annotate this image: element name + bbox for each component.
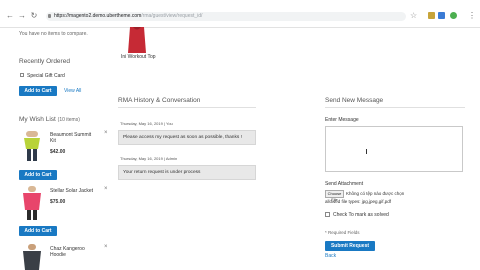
wishlist-item-name[interactable]: Beaumont Summit [50, 132, 91, 138]
recent-add-to-cart-button[interactable]: Add to Cart [19, 86, 57, 96]
wishlist-item-name[interactable]: Stellar Solar Jacket [50, 188, 93, 194]
wishlist-count: (10 items) [57, 117, 80, 123]
url-path: /rma/guest/view/request_id/ [141, 13, 203, 19]
mark-solved-label: Check To mark as solved [333, 212, 389, 218]
back-arrow-icon[interactable]: ← [6, 12, 14, 20]
rma-history-title: RMA History & Conversation [118, 97, 201, 104]
allowed-types-text: allowed file types: jpg,jpeg,gif,pdf [325, 199, 392, 204]
bookmark-star-icon[interactable]: ☆ [410, 11, 417, 20]
recent-item-checkbox[interactable] [20, 73, 24, 77]
extension-icon[interactable] [438, 12, 445, 19]
reload-icon[interactable]: ↻ [30, 12, 38, 20]
product-image[interactable] [127, 27, 147, 53]
kebab-menu-icon[interactable]: ⋮ [468, 11, 476, 20]
attachment-label: Send Attachment [325, 181, 364, 187]
section-divider [325, 107, 465, 108]
wishlist-item-image[interactable] [22, 186, 42, 220]
compare-empty-text: You have no items to compare. [19, 31, 88, 37]
wishlist-item-image[interactable] [22, 244, 42, 270]
wishlist-add-to-cart-button[interactable]: Add to Cart [19, 226, 57, 236]
conversation-meta: Thursday, May 16, 2019 | You [120, 121, 173, 126]
conversation-message: Your return request is under process [118, 165, 256, 180]
lock-icon [48, 14, 51, 18]
recent-item-name: Special Gift Card [27, 73, 65, 79]
url-host: https://magento2.demo.ubertheme.com [54, 13, 142, 19]
wishlist-item-name-cont[interactable]: Hoodie [50, 252, 66, 258]
mark-solved-checkbox[interactable] [325, 212, 330, 217]
section-divider [118, 107, 256, 108]
send-message-title: Send New Message [325, 97, 384, 104]
product-name[interactable]: Ini Workout Top [121, 54, 156, 60]
profile-avatar-icon[interactable] [450, 12, 457, 19]
message-textarea[interactable] [325, 126, 463, 172]
wishlist-title: My Wish List (10 items) [19, 116, 80, 123]
wishlist-title-text: My Wish List [19, 116, 56, 123]
text-cursor-icon [366, 149, 367, 154]
remove-item-icon[interactable]: × [104, 244, 108, 250]
browser-toolbar: ← → ↻ https://magento2.demo.ubertheme.co… [0, 0, 480, 28]
back-link[interactable]: Back [325, 253, 336, 259]
wishlist-item-name-cont[interactable]: Kit [50, 138, 56, 144]
conversation-meta: Thursday, May 16, 2019 | Admin [120, 156, 178, 161]
wishlist-item-price: $42.00 [50, 149, 66, 155]
submit-request-button[interactable]: Submit Request [325, 241, 375, 251]
forward-arrow-icon[interactable]: → [18, 12, 26, 20]
extension-icon[interactable] [428, 12, 435, 19]
message-label: Enter Message [325, 117, 359, 123]
wishlist-item-image[interactable] [22, 131, 42, 161]
conversation-message: Please access my request as soon as poss… [118, 130, 256, 145]
remove-item-icon[interactable]: × [104, 186, 108, 192]
wishlist-item-price: $75.00 [50, 199, 66, 205]
address-bar[interactable]: https://magento2.demo.ubertheme.com/rma/… [46, 12, 406, 21]
choose-file-button[interactable]: Choose File [325, 190, 344, 202]
required-fields-note: * Required Fields [325, 230, 360, 235]
view-all-link[interactable]: View All [64, 88, 81, 94]
no-file-text: Không có tệp nào được chọn [346, 191, 405, 196]
remove-item-icon[interactable]: × [104, 130, 108, 136]
wishlist-add-to-cart-button[interactable]: Add to Cart [19, 170, 57, 180]
recently-ordered-title: Recently Ordered [19, 58, 70, 65]
